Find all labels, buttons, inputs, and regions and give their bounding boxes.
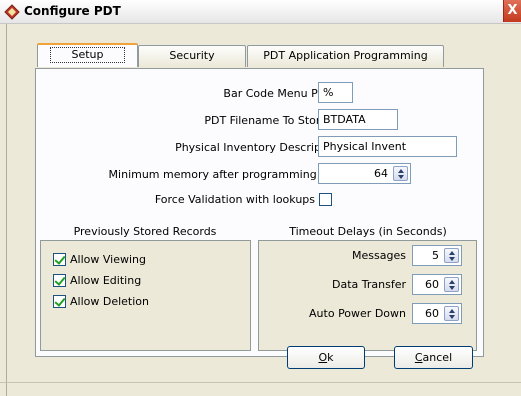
cancel-button[interactable]: Cancel <box>394 346 473 369</box>
tab-security[interactable]: Security <box>138 45 246 67</box>
stored-records-title: Previously Stored Records <box>73 225 217 238</box>
title-bar[interactable]: Configure PDT X <box>0 0 521 24</box>
window-bottom-border <box>0 382 521 383</box>
window-title: Configure PDT <box>24 4 121 18</box>
tab-security-label: Security <box>169 49 215 62</box>
allow-editing-checkbox[interactable] <box>53 274 66 287</box>
data-transfer-value: 60 <box>425 278 439 291</box>
min-memory-label: Minimum memory after programming PDT <box>108 168 342 181</box>
cancel-mnemonic: C <box>414 351 423 364</box>
force-validation-checkbox[interactable] <box>319 193 332 206</box>
timeout-delays-group: Messages 5 Data Transfer 60 Auto Power D… <box>258 240 477 351</box>
ok-button[interactable]: Ok <box>287 346 365 369</box>
spinner-arrows-icon[interactable] <box>444 306 459 321</box>
bar-code-prefix-field[interactable]: % <box>318 82 353 103</box>
auto-power-down-label: Auto Power Down <box>309 307 406 320</box>
ok-label-rest: k <box>327 351 334 364</box>
inventory-description-label: Physical Inventory Description <box>175 141 342 154</box>
messages-value: 5 <box>432 249 439 262</box>
allow-editing-label: Allow Editing <box>70 274 142 287</box>
setup-panel: Bar Code Menu Prefix % PDT Filename To S… <box>35 68 484 357</box>
spinner-arrows-icon[interactable] <box>444 277 459 292</box>
min-memory-value: 64 <box>374 167 388 180</box>
tab-setup-label: Setup <box>50 47 125 63</box>
allow-deletion-label: Allow Deletion <box>70 295 149 308</box>
cancel-label-rest: ancel <box>422 351 453 364</box>
tab-pdt-programming[interactable]: PDT Application Programming <box>247 45 444 67</box>
spinner-arrows-icon[interactable] <box>393 166 408 181</box>
app-icon <box>4 4 20 20</box>
ok-mnemonic: O <box>318 351 328 364</box>
dialog-content: Setup Security PDT Application Programmi… <box>6 24 520 396</box>
messages-spinner[interactable]: 5 <box>412 245 462 266</box>
auto-power-down-value: 60 <box>425 307 439 320</box>
pdt-filename-field[interactable]: BTDATA <box>318 109 398 130</box>
spinner-arrows-icon[interactable] <box>444 248 459 263</box>
data-transfer-label: Data Transfer <box>332 278 406 291</box>
allow-viewing-checkbox[interactable] <box>53 253 66 266</box>
messages-label: Messages <box>352 249 406 262</box>
auto-power-down-spinner[interactable]: 60 <box>412 303 462 324</box>
min-memory-spinner[interactable]: 64 <box>318 163 411 184</box>
timeout-delays-title: Timeout Delays (in Seconds) <box>289 225 447 238</box>
stored-records-group: Allow Viewing Allow Editing Allow Deleti… <box>40 240 251 351</box>
allow-viewing-label: Allow Viewing <box>70 253 146 266</box>
tab-pdt-programming-label: PDT Application Programming <box>263 49 428 62</box>
close-button[interactable]: X <box>503 0 521 22</box>
force-validation-label: Force Validation with lookups <box>154 193 315 206</box>
data-transfer-spinner[interactable]: 60 <box>412 274 462 295</box>
allow-deletion-checkbox[interactable] <box>53 295 66 308</box>
tab-setup[interactable]: Setup <box>37 43 138 67</box>
inventory-description-field[interactable]: Physical Invent <box>318 136 457 157</box>
